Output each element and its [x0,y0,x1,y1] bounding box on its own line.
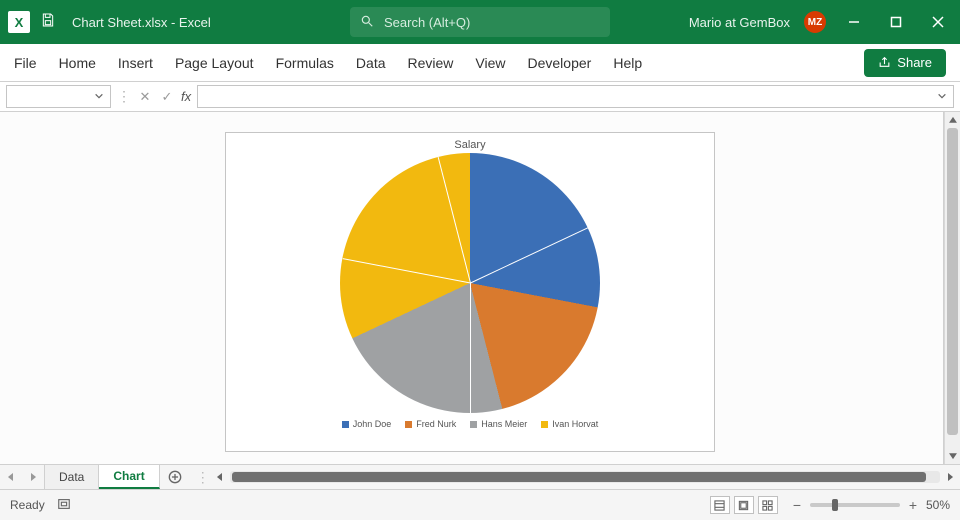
formula-input[interactable] [197,85,954,108]
zoom-in-button[interactable]: + [906,498,920,512]
chevron-down-icon[interactable] [94,90,104,104]
window-title: Chart Sheet.xlsx - Excel [72,15,211,30]
search-box[interactable]: Search (Alt+Q) [350,7,610,37]
legend-item: Hans Meier [470,419,527,429]
ribbon-tab-file[interactable]: File [14,55,37,71]
user-avatar[interactable]: MZ [804,11,826,33]
ribbon-tab-help[interactable]: Help [613,55,642,71]
formula-bar: ⋮ ✕ ✓ fx [0,82,960,112]
view-mode-buttons [710,496,778,514]
ribbon-tab-review[interactable]: Review [408,55,454,71]
legend-swatch [541,421,548,428]
filename-text: Chart Sheet.xlsx [72,15,167,30]
chevron-down-icon[interactable] [937,88,947,106]
legend-label: John Doe [353,419,392,429]
chart-canvas[interactable]: Salary John Doe Fred Nurk Hans Meier Ivan H… [0,112,944,464]
tab-nav-next[interactable] [22,465,44,489]
legend-item: Fred Nurk [405,419,456,429]
ribbon-tab-insert[interactable]: Insert [118,55,153,71]
legend-swatch [470,421,477,428]
share-button[interactable]: Share [864,49,946,77]
scroll-down-icon[interactable] [945,448,960,464]
ribbon-tab-home[interactable]: Home [59,55,96,71]
vertical-scrollbar[interactable] [944,112,960,464]
fx-label[interactable]: fx [181,89,191,104]
zoom-out-button[interactable]: − [790,498,804,512]
zoom-slider-track[interactable] [810,503,900,507]
cancel-formula-button[interactable]: ✕ [137,89,153,105]
chart-title: Salary [226,133,714,151]
title-bar: X Chart Sheet.xlsx - Excel Search (Alt+Q… [0,0,960,44]
ribbon-tabs: File Home Insert Page Layout Formulas Da… [0,44,960,82]
name-box[interactable] [6,85,111,108]
gripper-icon[interactable]: ⋮ [196,469,210,486]
ribbon-tab-pagelayout[interactable]: Page Layout [175,55,254,71]
legend-label: Fred Nurk [416,419,456,429]
sheet-tab-label: Data [59,470,84,484]
tab-nav-prev[interactable] [0,465,22,489]
user-label[interactable]: Mario at GemBox [689,15,790,30]
legend-item: Ivan Horvat [541,419,598,429]
scroll-thumb[interactable] [947,128,958,435]
legend-item: John Doe [342,419,392,429]
scroll-right-icon[interactable] [946,470,954,484]
window-maximize-button[interactable] [882,8,910,36]
legend-label: Ivan Horvat [552,419,598,429]
scroll-up-icon[interactable] [945,112,960,128]
ribbon-tab-data[interactable]: Data [356,55,386,71]
scroll-track[interactable] [230,471,940,483]
window-minimize-button[interactable] [840,8,868,36]
search-icon [360,14,374,31]
status-bar: Ready − + 50% [0,490,960,520]
window-close-button[interactable] [924,8,952,36]
enter-formula-button[interactable]: ✓ [159,89,175,105]
chart-object[interactable]: Salary John Doe Fred Nurk Hans Meier Ivan H… [225,132,715,452]
legend-swatch [342,421,349,428]
chart-legend: John Doe Fred Nurk Hans Meier Ivan Horvat [226,419,714,429]
save-icon[interactable] [40,12,56,33]
worksheet-area: Salary John Doe Fred Nurk Hans Meier Ivan H… [0,112,960,464]
zoom-slider-thumb[interactable] [832,499,838,511]
view-pagebreak-button[interactable] [758,496,778,514]
sheet-tab-bar: Data Chart ⋮ [0,464,960,490]
app-suffix: - Excel [167,15,210,30]
pie-chart [340,153,600,413]
share-label: Share [897,55,932,70]
sheet-tab-chart[interactable]: Chart [99,465,159,489]
separator-icon: ⋮ [117,88,131,105]
ribbon-tab-developer[interactable]: Developer [528,55,592,71]
scroll-left-icon[interactable] [216,470,224,484]
view-pagelayout-button[interactable] [734,496,754,514]
legend-label: Hans Meier [481,419,527,429]
ribbon-tab-view[interactable]: View [475,55,505,71]
ribbon-tab-formulas[interactable]: Formulas [276,55,334,71]
new-sheet-button[interactable] [160,465,190,489]
search-placeholder: Search (Alt+Q) [384,15,470,30]
zoom-value: 50% [926,498,950,512]
scroll-thumb[interactable] [232,472,926,482]
status-ready: Ready [10,498,45,512]
legend-swatch [405,421,412,428]
scroll-track[interactable] [945,128,960,448]
macro-record-icon[interactable] [57,497,71,514]
share-icon [878,56,891,69]
zoom-control[interactable]: − + 50% [790,498,950,512]
view-normal-button[interactable] [710,496,730,514]
excel-app-icon: X [8,11,30,33]
horizontal-scrollbar[interactable]: ⋮ [190,465,960,489]
sheet-tab-label: Chart [113,469,144,483]
sheet-tab-data[interactable]: Data [45,465,99,489]
